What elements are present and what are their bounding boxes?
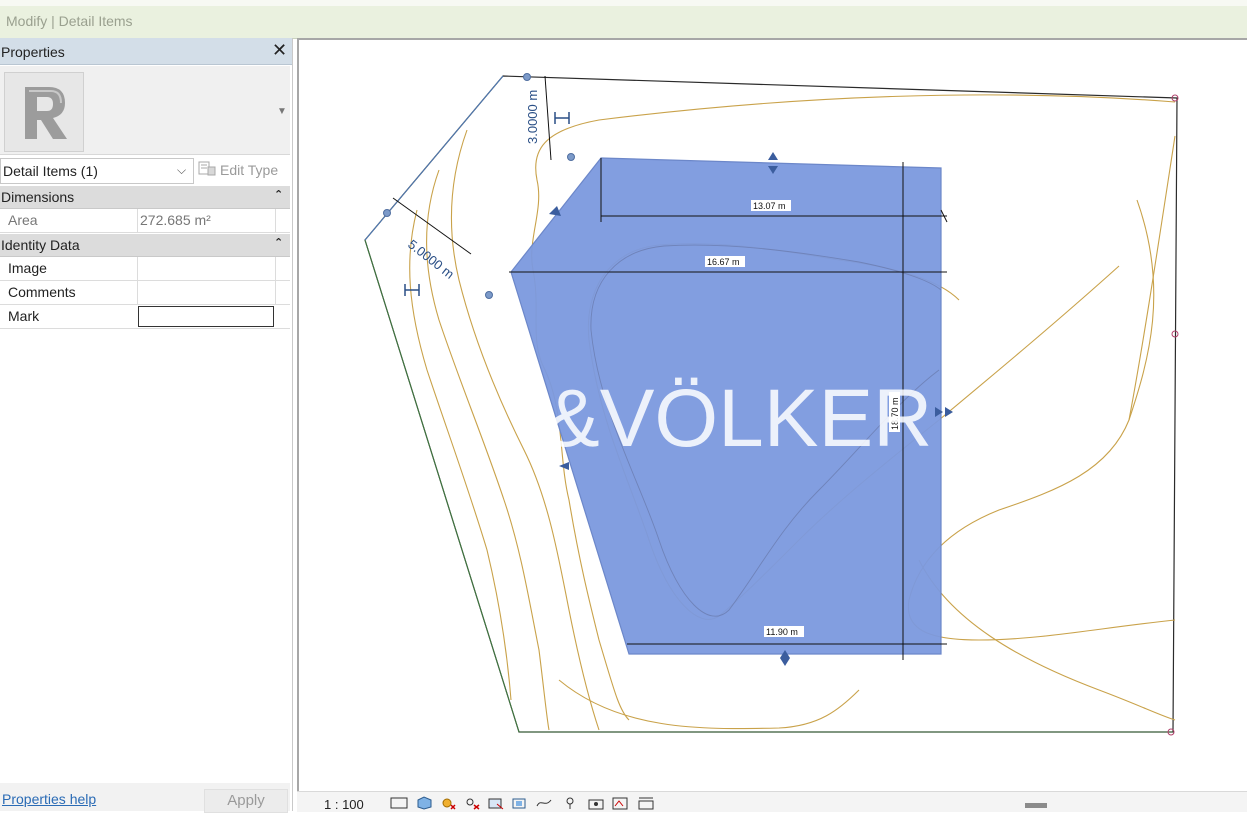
shape-handle-icon bbox=[768, 152, 778, 160]
unlock-3d-view-icon[interactable] bbox=[535, 796, 553, 810]
dim-label-5: 5.0000 m bbox=[405, 237, 457, 282]
grip-point bbox=[485, 291, 493, 299]
detail-level-icon[interactable] bbox=[390, 796, 408, 810]
property-value-cell[interactable] bbox=[137, 257, 276, 280]
temporary-view-properties-icon[interactable] bbox=[611, 796, 629, 810]
collapse-icon[interactable]: ⌃ bbox=[274, 236, 283, 249]
edit-type-label: Edit Type bbox=[220, 162, 279, 178]
contour-line bbox=[918, 559, 1176, 721]
property-name: Area bbox=[8, 212, 38, 228]
chevron-down-icon: ⌵ bbox=[177, 163, 187, 177]
chevron-down-icon[interactable]: ▼ bbox=[277, 106, 287, 117]
reveal-constraints-icon[interactable] bbox=[637, 796, 655, 810]
property-row-comments[interactable]: Comments bbox=[0, 281, 290, 305]
property-value-cell[interactable] bbox=[137, 281, 276, 304]
ribbon-strip bbox=[0, 0, 1247, 6]
shape-handle-icon bbox=[780, 658, 790, 666]
group-identity-data[interactable]: Identity Data ⌃ bbox=[0, 234, 290, 257]
grip-point bbox=[383, 209, 391, 217]
site-boundary-green-edge bbox=[364, 239, 520, 733]
drawing-svg[interactable]: 13.07 m 16.67 m 11.90 m 18.70 m 3.0000 m… bbox=[299, 40, 1247, 793]
property-value: 272.685 m² bbox=[140, 212, 211, 228]
property-row-mark[interactable]: Mark bbox=[0, 305, 290, 329]
shadows-icon[interactable] bbox=[463, 796, 481, 810]
temporary-hide-icon[interactable] bbox=[561, 796, 579, 810]
properties-panel: Properties ✕ ▼ Detail Items (1) ⌵ Edit T… bbox=[0, 38, 293, 813]
properties-title: Properties bbox=[1, 44, 65, 60]
dimension-line bbox=[392, 197, 472, 255]
view-scale[interactable]: 1 : 100 bbox=[324, 797, 364, 812]
dim-label-11: 11.90 m bbox=[766, 627, 798, 637]
ribbon-context-bar: Modify | Detail Items bbox=[0, 0, 1247, 39]
group-dimensions[interactable]: Dimensions ⌃ bbox=[0, 186, 290, 209]
group-label: Dimensions bbox=[1, 189, 75, 205]
apply-button[interactable]: Apply bbox=[204, 789, 288, 813]
group-label: Identity Data bbox=[1, 237, 80, 253]
dim-label-3: 3.0000 m bbox=[525, 90, 540, 144]
instance-filter-dropdown[interactable]: Detail Items (1) ⌵ bbox=[0, 158, 194, 184]
shape-handle-icon bbox=[945, 407, 953, 417]
dim-label-16: 16.67 m bbox=[707, 257, 740, 267]
revit-logo-icon bbox=[4, 72, 84, 152]
type-preview[interactable]: ▼ bbox=[0, 66, 290, 155]
contour-line bbox=[1128, 135, 1176, 421]
contour-line bbox=[907, 199, 1176, 641]
sun-path-icon[interactable] bbox=[439, 796, 457, 810]
property-name: Image bbox=[8, 260, 47, 276]
instance-filter-value: Detail Items (1) bbox=[3, 163, 98, 179]
close-icon[interactable]: ✕ bbox=[272, 40, 287, 61]
dimension-lock-icon bbox=[404, 284, 420, 296]
view-control-bar: 1 : 100 bbox=[297, 791, 1247, 812]
properties-header: Properties ✕ bbox=[0, 38, 292, 65]
property-row-image[interactable]: Image bbox=[0, 257, 290, 281]
collapse-icon[interactable]: ⌃ bbox=[274, 188, 283, 201]
show-crop-region-icon[interactable] bbox=[511, 796, 529, 810]
properties-help-link[interactable]: Properties help bbox=[2, 791, 96, 807]
contour-line bbox=[558, 679, 860, 730]
visual-style-icon[interactable] bbox=[415, 796, 433, 810]
properties-footer: Properties help Apply bbox=[0, 783, 290, 813]
edit-type-icon bbox=[198, 161, 216, 176]
grip-point bbox=[567, 153, 575, 161]
drawing-canvas[interactable]: 13.07 m 16.67 m 11.90 m 18.70 m 3.0000 m… bbox=[297, 38, 1247, 793]
dimension-lock-icon bbox=[554, 112, 570, 124]
crop-view-icon[interactable] bbox=[487, 796, 505, 810]
property-name: Mark bbox=[8, 308, 40, 324]
dim-label-13: 13.07 m bbox=[753, 201, 786, 211]
watermark-text: &VÖLKER bbox=[545, 373, 932, 464]
dimension-line bbox=[544, 75, 552, 161]
reveal-hidden-icon[interactable] bbox=[587, 796, 605, 810]
property-row-area: Area 272.685 m² bbox=[0, 209, 290, 233]
context-title: Modify | Detail Items bbox=[6, 13, 133, 29]
grip-point bbox=[523, 73, 531, 81]
horizontal-scrollbar-thumb[interactable] bbox=[1025, 803, 1047, 808]
property-name: Comments bbox=[8, 284, 76, 300]
mark-input[interactable] bbox=[138, 306, 274, 327]
